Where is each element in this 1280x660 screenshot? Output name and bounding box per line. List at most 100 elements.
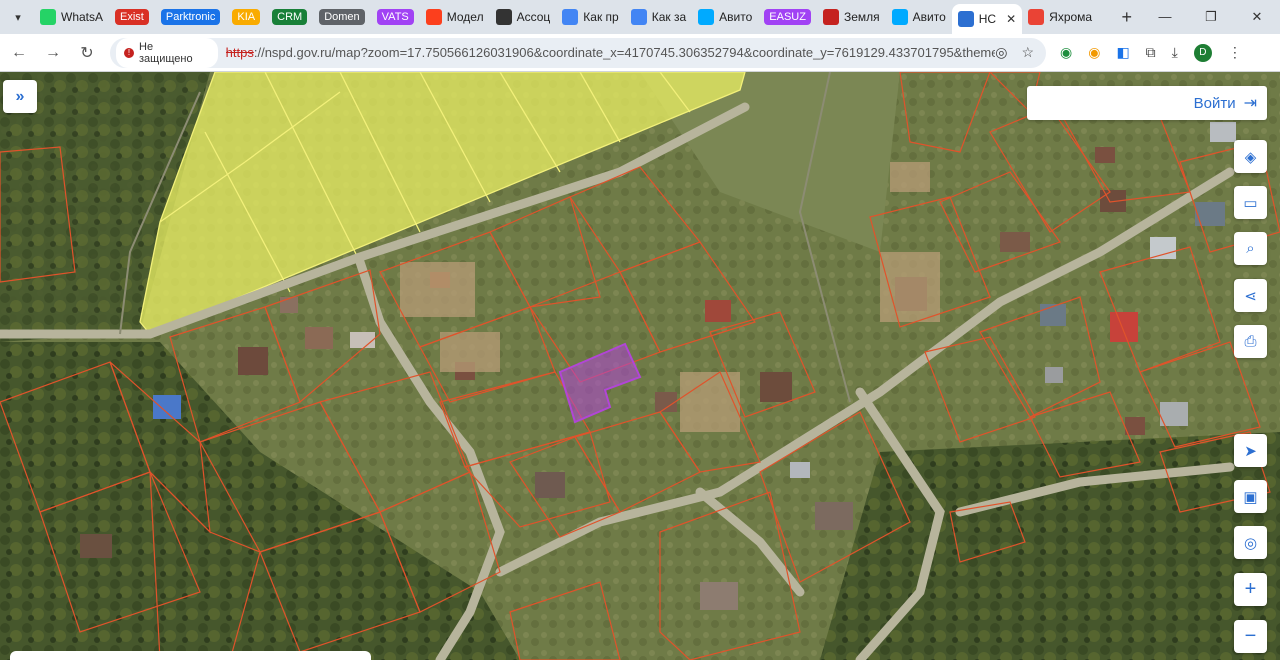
tab-label: Земля <box>843 10 880 24</box>
browser-toolbar: ← → ↻ ! Не защищено https://nspd.gov.ru/m… <box>0 34 1280 72</box>
bookmark-star-icon[interactable]: ☆ <box>1021 44 1034 61</box>
layers-button[interactable]: ◈ <box>1234 140 1267 173</box>
google-icon <box>562 9 579 25</box>
layers-icon: ◈ <box>1244 148 1257 166</box>
tab-label: НС <box>978 12 997 26</box>
url-scheme: https <box>225 45 254 60</box>
tab-12[interactable]: EASUZ <box>758 0 817 34</box>
eye-off-icon[interactable]: ◎ <box>995 44 1007 61</box>
search-area-icon: ⌕ <box>1246 240 1255 257</box>
land-icon <box>822 9 839 25</box>
window-controls: — ❐ ✕ <box>1142 9 1280 25</box>
ruler-icon: ▭ <box>1243 194 1258 212</box>
avatar[interactable]: D <box>1193 43 1212 62</box>
tab-6[interactable]: VATS <box>371 0 420 34</box>
tab-14[interactable]: Авито <box>886 0 952 34</box>
address-bar[interactable]: ! Не защищено https://nspd.gov.ru/map?zoo… <box>110 37 1046 68</box>
tab-label: Ассоц <box>516 10 551 24</box>
extension-icon[interactable]: ◉ <box>1088 44 1100 61</box>
map-pin-icon <box>1028 9 1045 25</box>
avito-icon <box>891 9 908 25</box>
zoom-out-button[interactable]: − <box>1234 620 1267 653</box>
location-button[interactable]: ◎ <box>1234 526 1267 559</box>
translate-icon[interactable]: ◧ <box>1116 44 1129 61</box>
openai-icon <box>495 9 512 25</box>
tabs: WhatsA Exist Parktronic KIA CRM Domen VATS Моде… <box>34 0 1111 34</box>
tab-15[interactable]: НС ✕ <box>951 4 1023 34</box>
puzzle-icon[interactable]: ⧉ <box>1146 44 1156 61</box>
zoom-out-icon: − <box>1244 625 1257 647</box>
url-text[interactable]: https://nspd.gov.ru/map?zoom=17.75056612… <box>226 45 996 60</box>
map-view[interactable]: » Войти ⇥ ◈ ▭ ⌕ ⋖ ⎙ ➤ ▣ ◎ + − <box>0 72 1280 660</box>
tab-8[interactable]: Ассоц <box>490 0 557 34</box>
tab-10[interactable]: Как за <box>625 0 692 34</box>
tab-label: Domen <box>319 9 365 25</box>
tab-label: Как пр <box>583 10 619 24</box>
maximize-button[interactable]: ❐ <box>1188 9 1234 25</box>
print-button[interactable]: ⎙ <box>1234 325 1267 358</box>
tab-13[interactable]: Земля <box>817 0 886 34</box>
tab-2[interactable]: Parktronic <box>155 0 227 34</box>
login-label: Войти <box>1193 94 1236 112</box>
tab-9[interactable]: Как пр <box>556 0 624 34</box>
tab-5[interactable]: Domen <box>313 0 370 34</box>
security-label: Не защищено <box>139 40 193 65</box>
whatsapp-icon <box>40 9 56 25</box>
tab-label: EASUZ <box>764 9 811 25</box>
tab-11[interactable]: Авито <box>692 0 758 34</box>
satellite-map[interactable] <box>0 72 1280 660</box>
tab-16[interactable]: Яхрома <box>1022 0 1098 34</box>
login-icon: ⇥ <box>1243 95 1257 112</box>
zoom-in-icon: + <box>1244 578 1257 600</box>
share-button[interactable]: ⋖ <box>1234 279 1267 312</box>
minimize-button[interactable]: — <box>1142 9 1188 25</box>
login-button[interactable]: Войти ⇥ <box>1027 86 1267 120</box>
zoom-in-button[interactable]: + <box>1234 573 1267 606</box>
search-area-button[interactable]: ⌕ <box>1234 232 1267 265</box>
tab-label: Авито <box>912 10 946 24</box>
tab-label: Exist <box>115 9 149 25</box>
reload-button[interactable]: ↻ <box>72 43 102 63</box>
tab-label: CRM <box>272 9 308 25</box>
security-chip[interactable]: ! Не защищено <box>116 37 218 68</box>
tab-3[interactable]: KIA <box>226 0 266 34</box>
tab-label: Как за <box>651 10 687 24</box>
tab-search-button[interactable]: ▾ <box>6 5 30 29</box>
share-icon: ⋖ <box>1244 287 1257 305</box>
download-icon[interactable]: ⤓ <box>1172 44 1178 61</box>
tab-0[interactable]: WhatsA <box>34 0 109 34</box>
print-icon: ⎙ <box>1244 333 1257 350</box>
bottom-panel[interactable] <box>10 651 371 660</box>
tab-label: VATS <box>376 9 414 25</box>
navigate-button[interactable]: ➤ <box>1234 434 1267 467</box>
extension-icon[interactable]: ◉ <box>1060 44 1072 61</box>
tab-label: Parktronic <box>160 9 221 25</box>
navigate-icon: ➤ <box>1244 442 1257 460</box>
tab-7[interactable]: Модел <box>420 0 490 34</box>
google-icon <box>630 9 647 25</box>
expand-panel-button[interactable]: » <box>3 80 37 113</box>
location-icon: ◎ <box>1243 534 1258 552</box>
new-tab-button[interactable]: + <box>1111 7 1142 28</box>
extensions-area: ◉ ◉ ◧ ⧉ ⤓ D ⋮ <box>1060 43 1242 62</box>
tab-label: WhatsA <box>61 10 104 24</box>
avito-icon <box>698 9 715 25</box>
ruler-button[interactable]: ▭ <box>1234 186 1267 219</box>
tab-label: Авито <box>719 10 753 24</box>
back-button[interactable]: ← <box>4 44 34 62</box>
forward-button[interactable]: → <box>38 44 68 62</box>
tab-strip: ▾ WhatsA Exist Parktronic KIA CRM Domen VATS Мо… <box>0 0 1280 34</box>
tab-label: Яхрома <box>1049 10 1093 24</box>
nspd-icon <box>957 11 974 27</box>
tab-4[interactable]: CRM <box>266 0 313 34</box>
tab-1[interactable]: Exist <box>109 0 155 34</box>
tab-label: Модел <box>446 10 484 24</box>
yandex-icon <box>425 9 442 25</box>
warning-icon: ! <box>124 47 134 58</box>
close-window-button[interactable]: ✕ <box>1234 9 1280 25</box>
menu-icon[interactable]: ⋮ <box>1228 44 1242 61</box>
minimap-button[interactable]: ▣ <box>1234 480 1267 513</box>
minimap-icon: ▣ <box>1243 488 1258 506</box>
double-chevron-right-icon: » <box>15 87 25 105</box>
close-tab-icon[interactable]: ✕ <box>1006 12 1016 26</box>
